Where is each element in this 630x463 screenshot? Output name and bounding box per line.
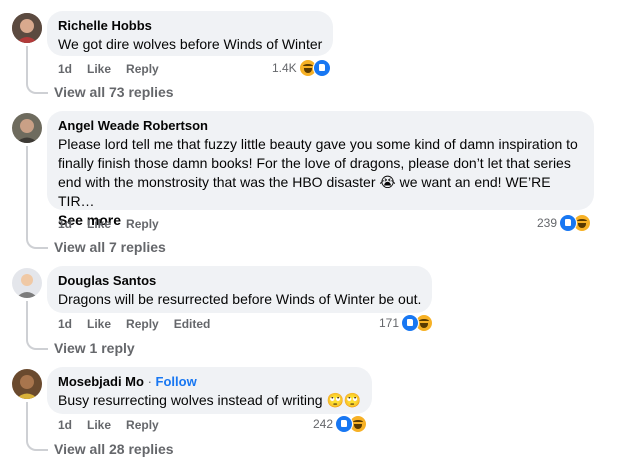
- comment-time[interactable]: 1d: [58, 217, 72, 231]
- avatar-image: [12, 268, 42, 298]
- avatar-image: [12, 369, 42, 399]
- comment-text: Please lord tell me that fuzzy little be…: [58, 136, 578, 209]
- separator-dot: ·: [147, 374, 152, 389]
- thread-line: [26, 46, 48, 94]
- reaction-count: 242: [313, 417, 334, 431]
- avatar[interactable]: [12, 113, 42, 143]
- avatar-image: [12, 113, 42, 143]
- comment-author[interactable]: Richelle Hobbs: [58, 18, 322, 34]
- like-icon: [312, 59, 331, 77]
- edited-label: Edited: [173, 317, 211, 331]
- comment-actions: 1d Like Reply: [58, 62, 159, 76]
- like-button[interactable]: Like: [87, 317, 111, 331]
- view-replies-link[interactable]: View all 28 replies: [54, 441, 174, 458]
- comment-actions: 1d Like Reply: [58, 217, 159, 231]
- comment-text: Dragons will be resurrected before Winds…: [58, 291, 422, 307]
- thread-line: [26, 402, 48, 451]
- reaction-summary[interactable]: 242: [313, 415, 368, 433]
- reaction-summary[interactable]: 1.4K: [272, 59, 331, 77]
- comment-author[interactable]: Douglas Santos: [58, 273, 421, 289]
- reply-button[interactable]: Reply: [126, 62, 159, 76]
- comment-actions: 1d Like Reply: [58, 418, 159, 432]
- avatar-image: [12, 13, 42, 43]
- reaction-count: 239: [537, 216, 558, 230]
- avatar[interactable]: [12, 369, 42, 399]
- like-button[interactable]: Like: [87, 418, 111, 432]
- comment-actions: 1d Like Reply Edited: [58, 317, 210, 331]
- comment-time[interactable]: 1d: [58, 317, 72, 331]
- comment-time[interactable]: 1d: [58, 62, 72, 76]
- comment-author-name[interactable]: Mosebjadi Mo: [58, 374, 144, 389]
- comment-author[interactable]: Angel Weade Robertson: [58, 118, 583, 134]
- reaction-summary[interactable]: 171: [379, 314, 434, 332]
- reaction-count: 1.4K: [272, 61, 297, 75]
- comment-bubble: Angel Weade Robertson Please lord tell m…: [47, 111, 594, 228]
- avatar[interactable]: [12, 268, 42, 298]
- like-icon: [335, 415, 354, 433]
- comment-author: Mosebjadi Mo · Follow: [58, 374, 361, 390]
- reaction-count: 171: [379, 316, 400, 330]
- view-replies-link[interactable]: View all 73 replies: [54, 84, 174, 101]
- reply-button[interactable]: Reply: [126, 418, 159, 432]
- comment-bubble: Mosebjadi Mo · Follow Busy resurrecting …: [47, 367, 373, 414]
- comment-bubble: Richelle Hobbs We got dire wolves before…: [47, 11, 334, 56]
- comment-bubble: Douglas Santos Dragons will be resurrect…: [47, 266, 433, 313]
- avatar[interactable]: [12, 13, 42, 43]
- thread-line: [26, 301, 48, 350]
- comment-time[interactable]: 1d: [58, 418, 72, 432]
- follow-button[interactable]: Follow: [156, 374, 197, 389]
- view-replies-link[interactable]: View all 7 replies: [54, 239, 166, 256]
- reply-button[interactable]: Reply: [126, 317, 159, 331]
- like-button[interactable]: Like: [87, 62, 111, 76]
- like-button[interactable]: Like: [87, 217, 111, 231]
- comment-text: We got dire wolves before Winds of Winte…: [58, 36, 323, 52]
- reply-button[interactable]: Reply: [126, 217, 159, 231]
- like-icon: [401, 314, 420, 332]
- like-icon: [559, 214, 578, 232]
- comment-text: Busy resurrecting wolves instead of writ…: [58, 392, 362, 408]
- view-replies-link[interactable]: View 1 reply: [54, 340, 135, 357]
- thread-line: [26, 146, 48, 249]
- reaction-summary[interactable]: 239: [537, 214, 592, 232]
